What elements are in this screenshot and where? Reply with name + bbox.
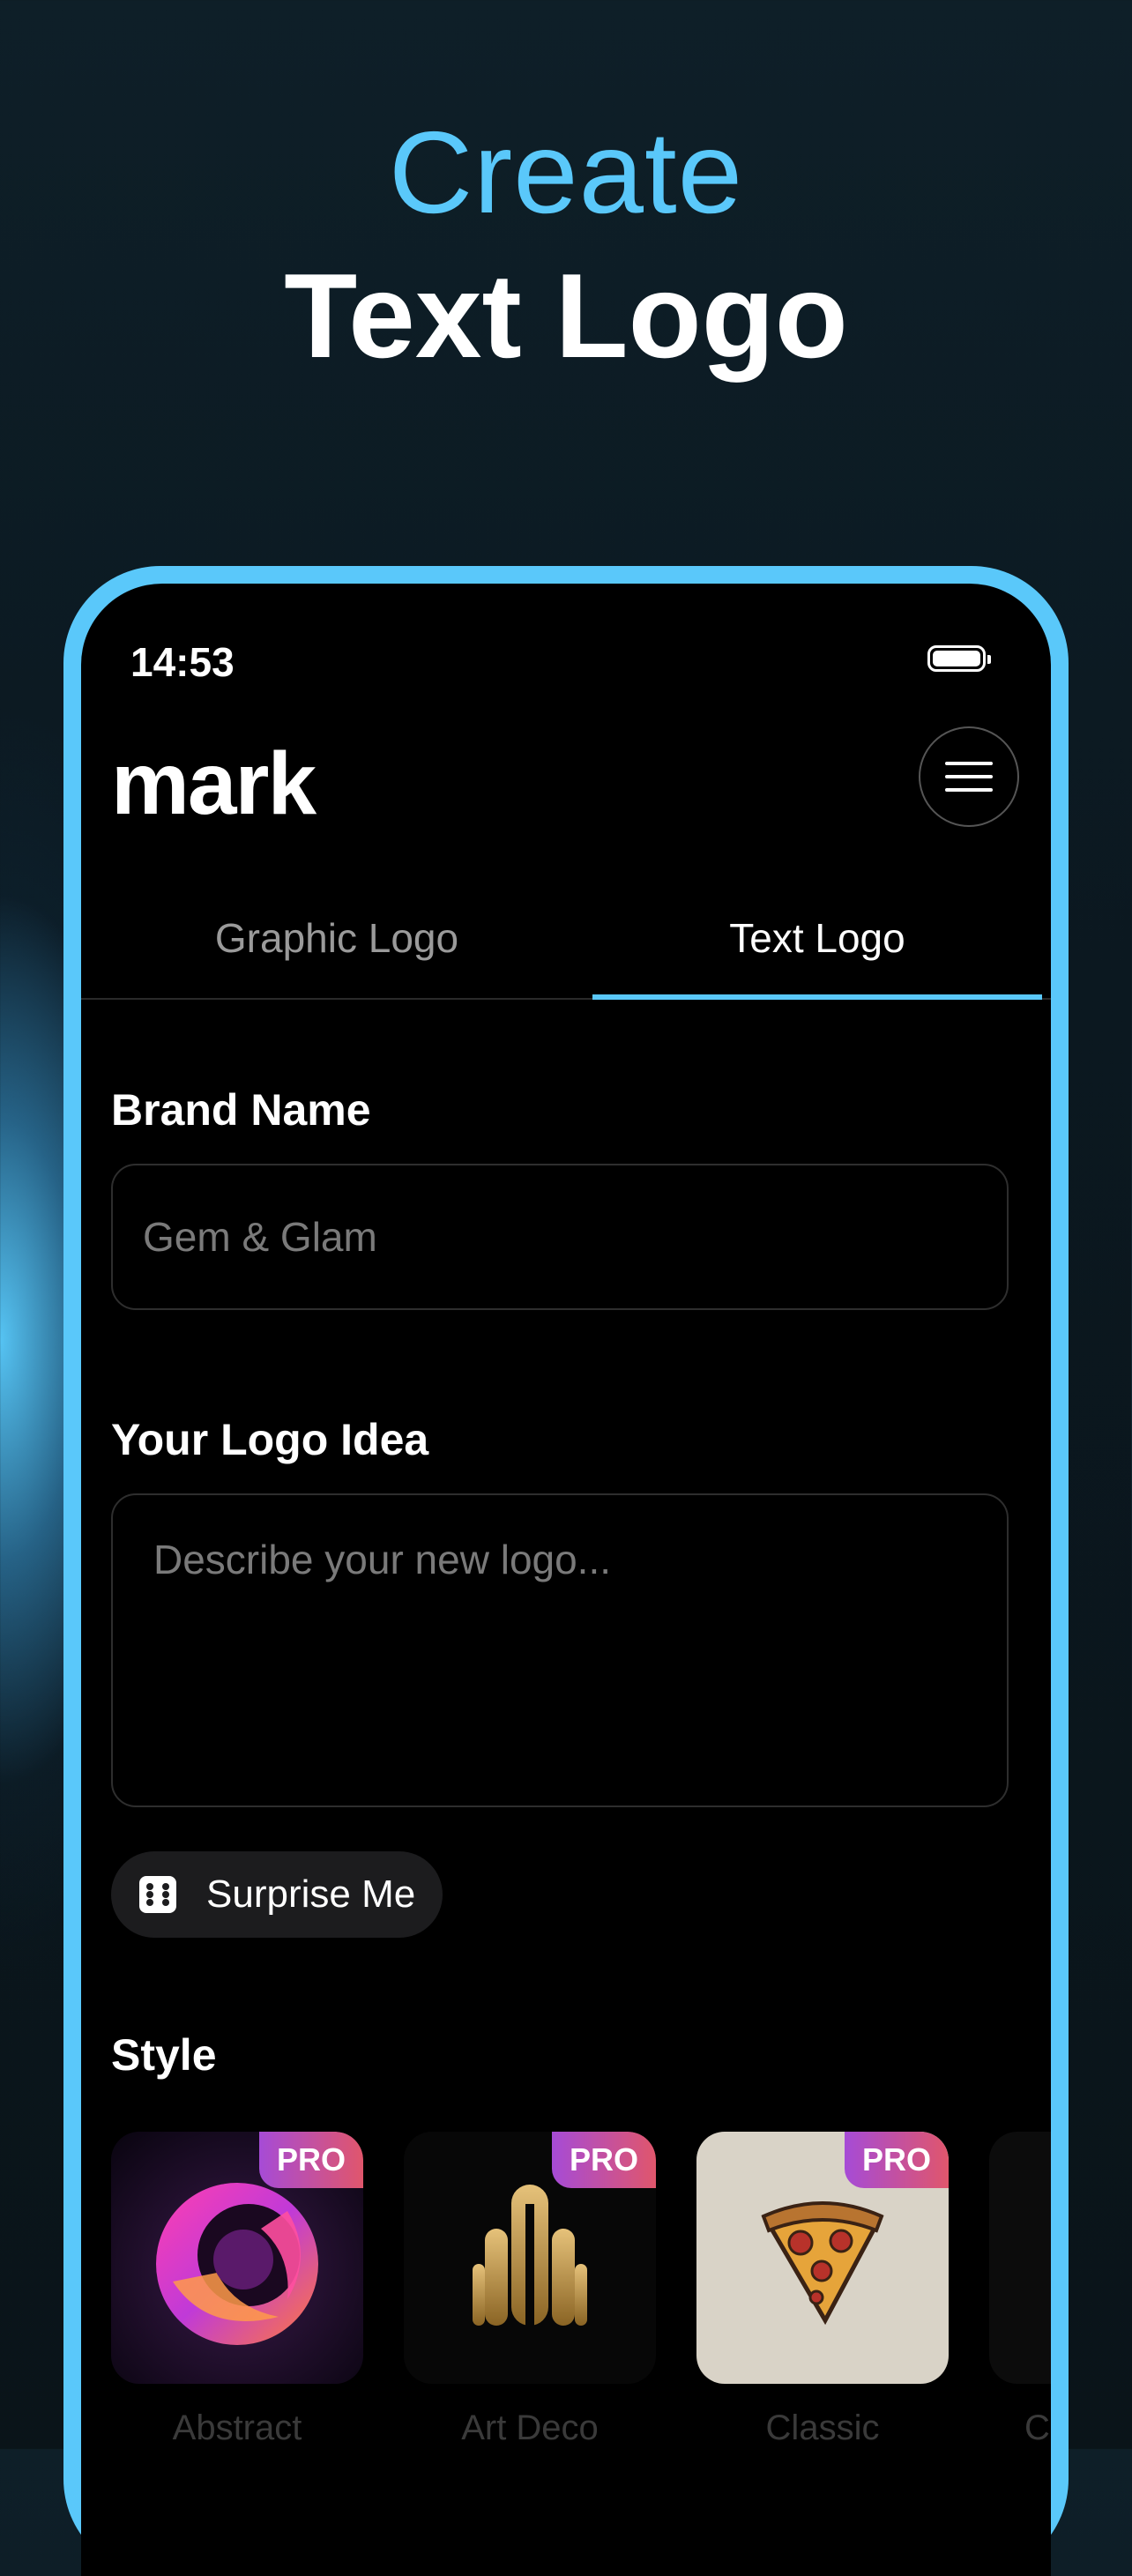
pro-badge: PRO — [552, 2132, 656, 2188]
dice-icon — [139, 1876, 176, 1913]
brand-name-input[interactable]: Gem & Glam — [111, 1164, 1009, 1310]
style-name-abstract: Abstract — [172, 2408, 302, 2447]
status-time: 14:53 — [130, 639, 235, 685]
surprise-me-label: Surprise Me — [206, 1872, 416, 1916]
style-name-classic: Classic — [765, 2408, 880, 2447]
app-logo: mark — [111, 734, 317, 833]
style-name-art-deco: Art Deco — [461, 2408, 599, 2447]
style-card-partial[interactable] — [989, 2132, 1051, 2384]
battery-icon — [927, 645, 991, 672]
brand-name-label: Brand Name — [111, 1085, 371, 1135]
pro-badge: PRO — [845, 2132, 949, 2188]
hamburger-menu-icon — [945, 762, 993, 765]
promo-headline-line2: Text Logo — [284, 249, 848, 383]
logo-type-tabs: Graphic Logo Text Logo — [81, 910, 1051, 1000]
app-screen: 14:53 mark Graphic Logo Text Logo Brand … — [81, 584, 1051, 2576]
logo-idea-label: Your Logo Idea — [111, 1415, 429, 1464]
phone-frame: 14:53 mark Graphic Logo Text Logo Brand … — [63, 566, 1069, 2576]
tab-text-logo[interactable]: Text Logo — [592, 910, 1042, 1000]
style-section-label: Style — [111, 2030, 217, 2080]
menu-button[interactable] — [919, 726, 1019, 827]
surprise-me-button[interactable]: Surprise Me — [111, 1851, 443, 1938]
tab-graphic-logo[interactable]: Graphic Logo — [81, 910, 592, 998]
style-card-abstract[interactable]: PRO — [111, 2132, 363, 2384]
style-card-art-deco[interactable]: PRO — [404, 2132, 656, 2384]
promo-headline-line1: Create — [388, 108, 744, 237]
pro-badge: PRO — [259, 2132, 363, 2188]
logo-idea-textarea[interactable]: Describe your new logo... — [111, 1493, 1009, 1807]
style-card-classic[interactable]: PRO — [696, 2132, 949, 2384]
style-name-partial: C — [1024, 2408, 1050, 2447]
